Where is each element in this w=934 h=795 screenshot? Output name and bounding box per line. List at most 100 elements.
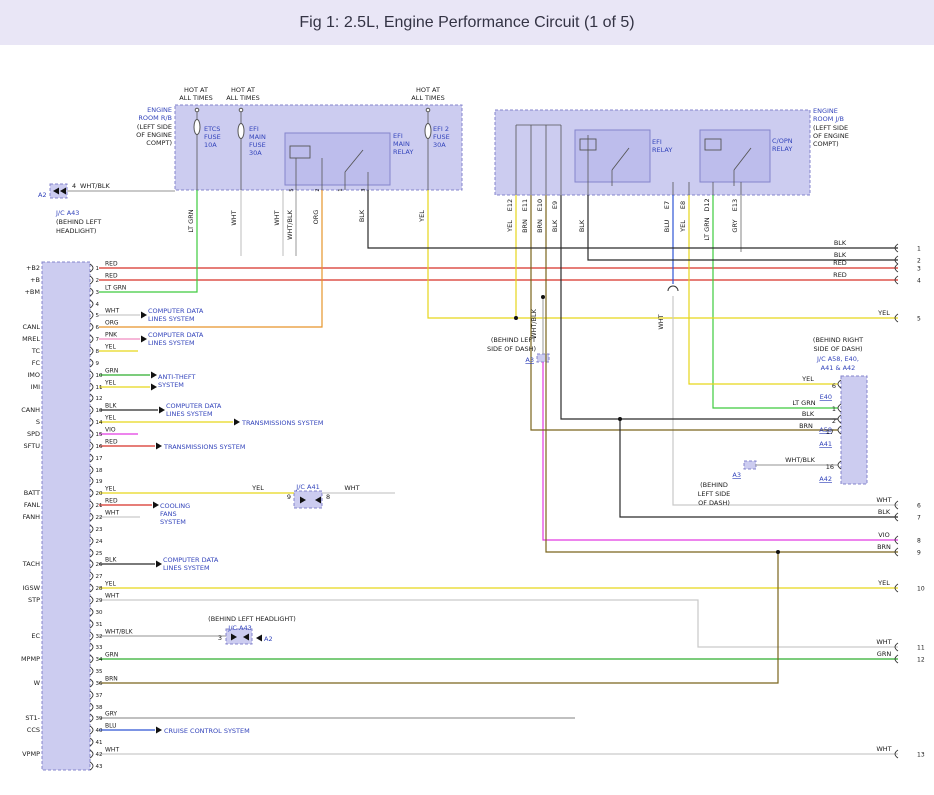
diagram-label: +B (30, 276, 40, 284)
diagram-label: WHT (273, 210, 281, 225)
diagram-label: (BEHIND LEFT (56, 218, 101, 226)
pin-number: 8 (917, 538, 921, 545)
diagram-label: COMPUTER DATA (163, 556, 219, 564)
pin-number: 19 (96, 479, 103, 485)
wire-color-label: VIO (105, 427, 116, 434)
diagram-label: 3 (218, 634, 222, 642)
power-feed-icon (239, 108, 243, 112)
wire-color-label: WHT (105, 510, 119, 517)
wire-color-label: GRN (105, 652, 118, 659)
pin-number: 7 (96, 337, 100, 343)
diagram-label: (BEHIND LEFT HEADLIGHT) (208, 615, 296, 623)
diagram-label: E8 (679, 201, 687, 209)
pin-number: 14 (96, 420, 103, 426)
diagram-label: EFI (652, 138, 662, 146)
diagram-label: OF ENGINE (136, 131, 172, 139)
pin-number: 30 (96, 610, 103, 616)
diagram-label: STP (28, 596, 40, 604)
diagram-label: YEL (877, 309, 890, 317)
wire-color-label: RED (105, 261, 118, 268)
diagram-label: ST1- (25, 714, 40, 722)
pin-number: 4 (917, 278, 921, 285)
wiring-diagram-page: Fig 1: 2.5L, Engine Performance Circuit … (0, 0, 934, 795)
diagram-label: E10 (536, 199, 544, 211)
pin-number: 15 (96, 432, 103, 438)
diagram-label: BLK (578, 219, 586, 232)
diagram-label: 30A (249, 149, 262, 157)
wire-color-label: BLU (105, 723, 117, 730)
diagram-label: YEL (679, 220, 687, 233)
wire-color-label: LT GRN (105, 285, 126, 292)
diagram-label: 1 (338, 188, 344, 191)
pin-number: 22 (96, 515, 103, 521)
pin-number: 2 (96, 278, 100, 284)
wire-color-label: GRY (105, 711, 117, 718)
diagram-label: E12 (506, 199, 514, 211)
diagram-label: A41 & A42 (821, 364, 856, 372)
a3-connector-box-2 (744, 461, 756, 469)
pin-number: 9 (917, 550, 921, 557)
diagram-label: C/OPN (772, 137, 793, 145)
diagram-label: OF DASH) (698, 499, 730, 507)
diagram-label: WHT/BLK (785, 456, 816, 464)
diagram-label: WHT (876, 745, 891, 753)
fuse-icon (425, 124, 431, 139)
diagram-label: ALL TIMES (179, 94, 212, 102)
pin-number: 29 (96, 598, 103, 604)
pin-number: 6 (96, 325, 100, 331)
pin-number: 4 (96, 302, 100, 308)
diagram-label: YEL (877, 579, 890, 587)
pin-number: 20 (96, 491, 103, 497)
efi-main-relay-box (285, 133, 390, 185)
diagram-label: FANL (24, 501, 40, 509)
diagram-label: J/C A43 (227, 624, 251, 632)
pin-number: 23 (96, 527, 103, 533)
diagram-label: HEADLIGHT) (56, 227, 96, 235)
wire-color-label: RED (105, 273, 118, 280)
wire-color-label: BLK (105, 403, 117, 410)
pin-number: 40 (96, 728, 103, 734)
junction-dot (618, 417, 622, 421)
diagram-label: TRANSMISSIONS SYSTEM (241, 419, 323, 427)
diagram-label: SYSTEM (158, 381, 184, 389)
diagram-label: WHT (876, 638, 891, 646)
diagram-label: YEL (418, 210, 426, 223)
wire-color-label: YEL (104, 380, 116, 387)
diagram-label: BRN (799, 422, 813, 430)
diagram-label: COMPUTER DATA (166, 402, 222, 410)
diagram-label: BLK (358, 209, 366, 222)
a3-connector-box (537, 354, 549, 362)
diagram-label: LT GRN (792, 399, 815, 407)
pin-number: 31 (96, 622, 103, 628)
diagram-label: MREL (22, 335, 40, 343)
diagram-label: (LEFT SIDE (813, 124, 848, 132)
figure-title-bar: Fig 1: 2.5L, Engine Performance Circuit … (0, 0, 934, 45)
diagram-label: HOT AT (231, 86, 255, 94)
diagram-label: WHT (657, 314, 665, 329)
wire-color-label: WHT/BLK (105, 629, 134, 636)
diagram-label: WHT/BLK (80, 182, 111, 190)
diagram-label: CANH (21, 406, 40, 414)
diagram-label: FUSE (204, 133, 221, 141)
diagram-label: 2 (315, 188, 321, 191)
diagram-label: SFTU (24, 442, 41, 450)
diagram-label: YEL (801, 375, 814, 383)
diagram-label: 4 (72, 182, 76, 190)
diagram-label: TRANSMISSIONS SYSTEM (163, 443, 245, 451)
diagram-label: FC (32, 359, 41, 367)
pin-number: 3 (96, 290, 100, 296)
diagram-label: VIO (878, 531, 889, 539)
diagram-label: D12 (703, 198, 711, 211)
wire-color-label: BRN (105, 676, 118, 683)
pin-number: 13 (917, 752, 925, 759)
diagram-label: RELAY (393, 148, 413, 156)
pin-number: 38 (96, 705, 103, 711)
diagram-label: J/C A41 (295, 483, 319, 491)
pin-number: 42 (96, 752, 103, 758)
wire-color-label: YEL (104, 415, 116, 422)
diagram-label: BLU (663, 220, 671, 233)
efi-relay-box (575, 130, 650, 182)
wire-color-label: WHT (105, 308, 119, 315)
pin-number: 13 (96, 408, 103, 414)
diagram-label: WHT (344, 484, 359, 492)
